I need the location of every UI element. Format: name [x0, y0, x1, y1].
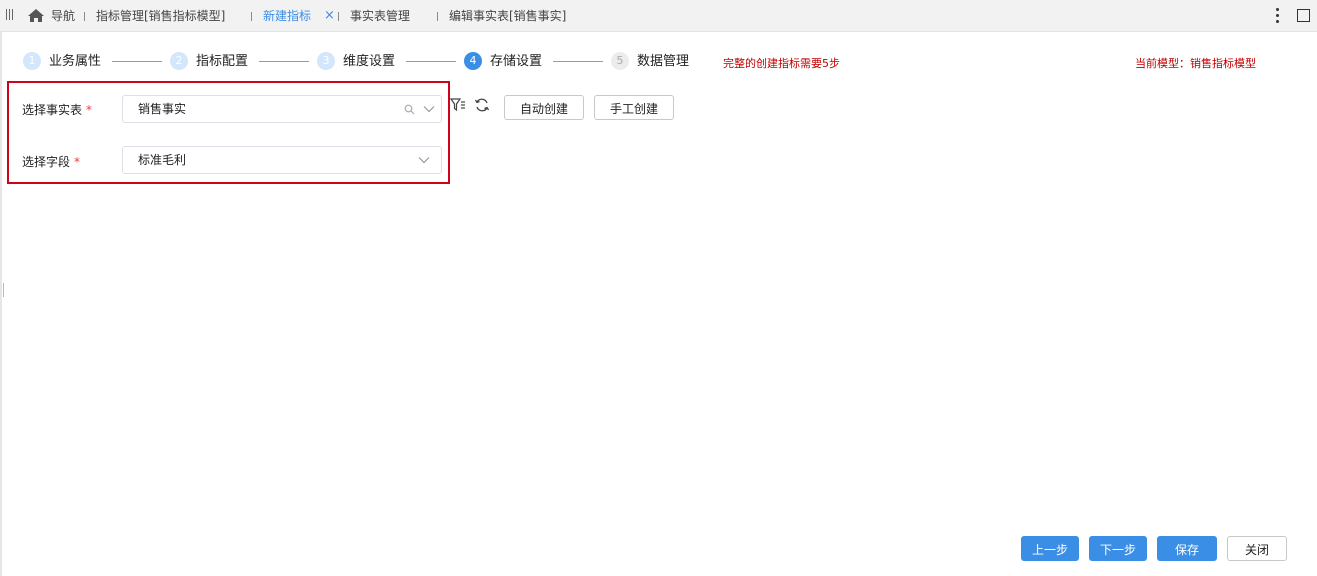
prev-step-button[interactable]: 上一步: [1021, 536, 1079, 561]
step-5-label: 数据管理: [637, 54, 690, 69]
manual-create-button[interactable]: 手工创建: [594, 95, 674, 120]
step-4-label: 存储设置: [490, 54, 543, 69]
required-mark: *: [86, 103, 93, 117]
step-connector: [259, 61, 309, 62]
tab-new-indicator[interactable]: 新建指标: [251, 0, 311, 31]
step-2-label: 指标配置: [196, 54, 249, 69]
step-1-circle: 1: [23, 52, 41, 70]
chevron-down-icon[interactable]: [418, 156, 430, 164]
save-button[interactable]: 保存: [1157, 536, 1217, 561]
tab-edit-fact-table-label: 编辑事实表[销售事实]: [449, 9, 567, 23]
field-label-text: 选择字段: [22, 155, 71, 169]
close-button[interactable]: 关闭: [1227, 536, 1287, 561]
step-connector: [553, 61, 603, 62]
tab-nav-label: 导航: [51, 9, 76, 23]
step-2-circle: 2: [170, 52, 188, 70]
step-5-circle: 5: [611, 52, 629, 70]
fact-table-label: 选择事实表 *: [22, 101, 92, 118]
step-3-circle: 3: [317, 52, 335, 70]
search-icon[interactable]: [404, 104, 415, 115]
step-3-label: 维度设置: [343, 54, 396, 69]
fact-table-select[interactable]: 销售事实: [122, 95, 442, 123]
step-1-label: 业务属性: [49, 54, 102, 69]
left-edge: [0, 31, 2, 576]
step-connector: [112, 61, 162, 62]
field-select[interactable]: 标准毛利: [122, 146, 442, 174]
close-tab-icon[interactable]: ×: [324, 9, 335, 22]
maximize-icon[interactable]: [1297, 9, 1310, 22]
field-value: 标准毛利: [138, 153, 187, 167]
fact-table-label-text: 选择事实表: [22, 103, 83, 117]
refresh-icon[interactable]: [474, 97, 490, 113]
chevron-down-icon[interactable]: [423, 105, 435, 113]
auto-create-button[interactable]: 自动创建: [504, 95, 584, 120]
tab-separator: [437, 12, 438, 21]
tab-bar: 导航 指标管理[销售指标模型] 新建指标 × 事实表管理 编辑事实表[销售事实]: [0, 0, 1317, 32]
required-mark: *: [74, 155, 81, 169]
next-step-button[interactable]: 下一步: [1089, 536, 1147, 561]
current-model-info: 当前模型：销售指标模型: [1135, 57, 1256, 70]
splitter-handle[interactable]: [3, 283, 4, 297]
filter-icon[interactable]: [450, 97, 466, 113]
more-vertical-icon[interactable]: [1274, 8, 1280, 24]
step-connector: [406, 61, 456, 62]
home-icon[interactable]: [27, 8, 45, 23]
tab-separator: [338, 12, 339, 21]
tab-nav[interactable]: 导航: [51, 0, 75, 31]
tab-indicator-mgmt-label: 指标管理[销售指标模型]: [96, 9, 226, 23]
tab-new-indicator-label: 新建指标: [263, 9, 312, 23]
tab-menu-icon[interactable]: [6, 9, 15, 21]
tab-separator: [251, 12, 252, 21]
field-label: 选择字段 *: [22, 153, 80, 170]
tab-fact-table-mgmt[interactable]: 事实表管理: [338, 0, 410, 31]
step-hint: 完整的创建指标需要5步: [723, 57, 840, 70]
tab-fact-table-mgmt-label: 事实表管理: [350, 9, 411, 23]
tab-edit-fact-table[interactable]: 编辑事实表[销售事实]: [437, 0, 566, 31]
step-indicator: 1 业务属性 2 指标配置 3 维度设置 4 存储设置 5 数据管理 完整的创建…: [0, 48, 1317, 74]
step-4-circle: 4: [464, 52, 482, 70]
tab-separator: [84, 12, 85, 21]
tab-indicator-mgmt[interactable]: 指标管理[销售指标模型]: [84, 0, 225, 31]
fact-table-value: 销售事实: [138, 102, 187, 116]
